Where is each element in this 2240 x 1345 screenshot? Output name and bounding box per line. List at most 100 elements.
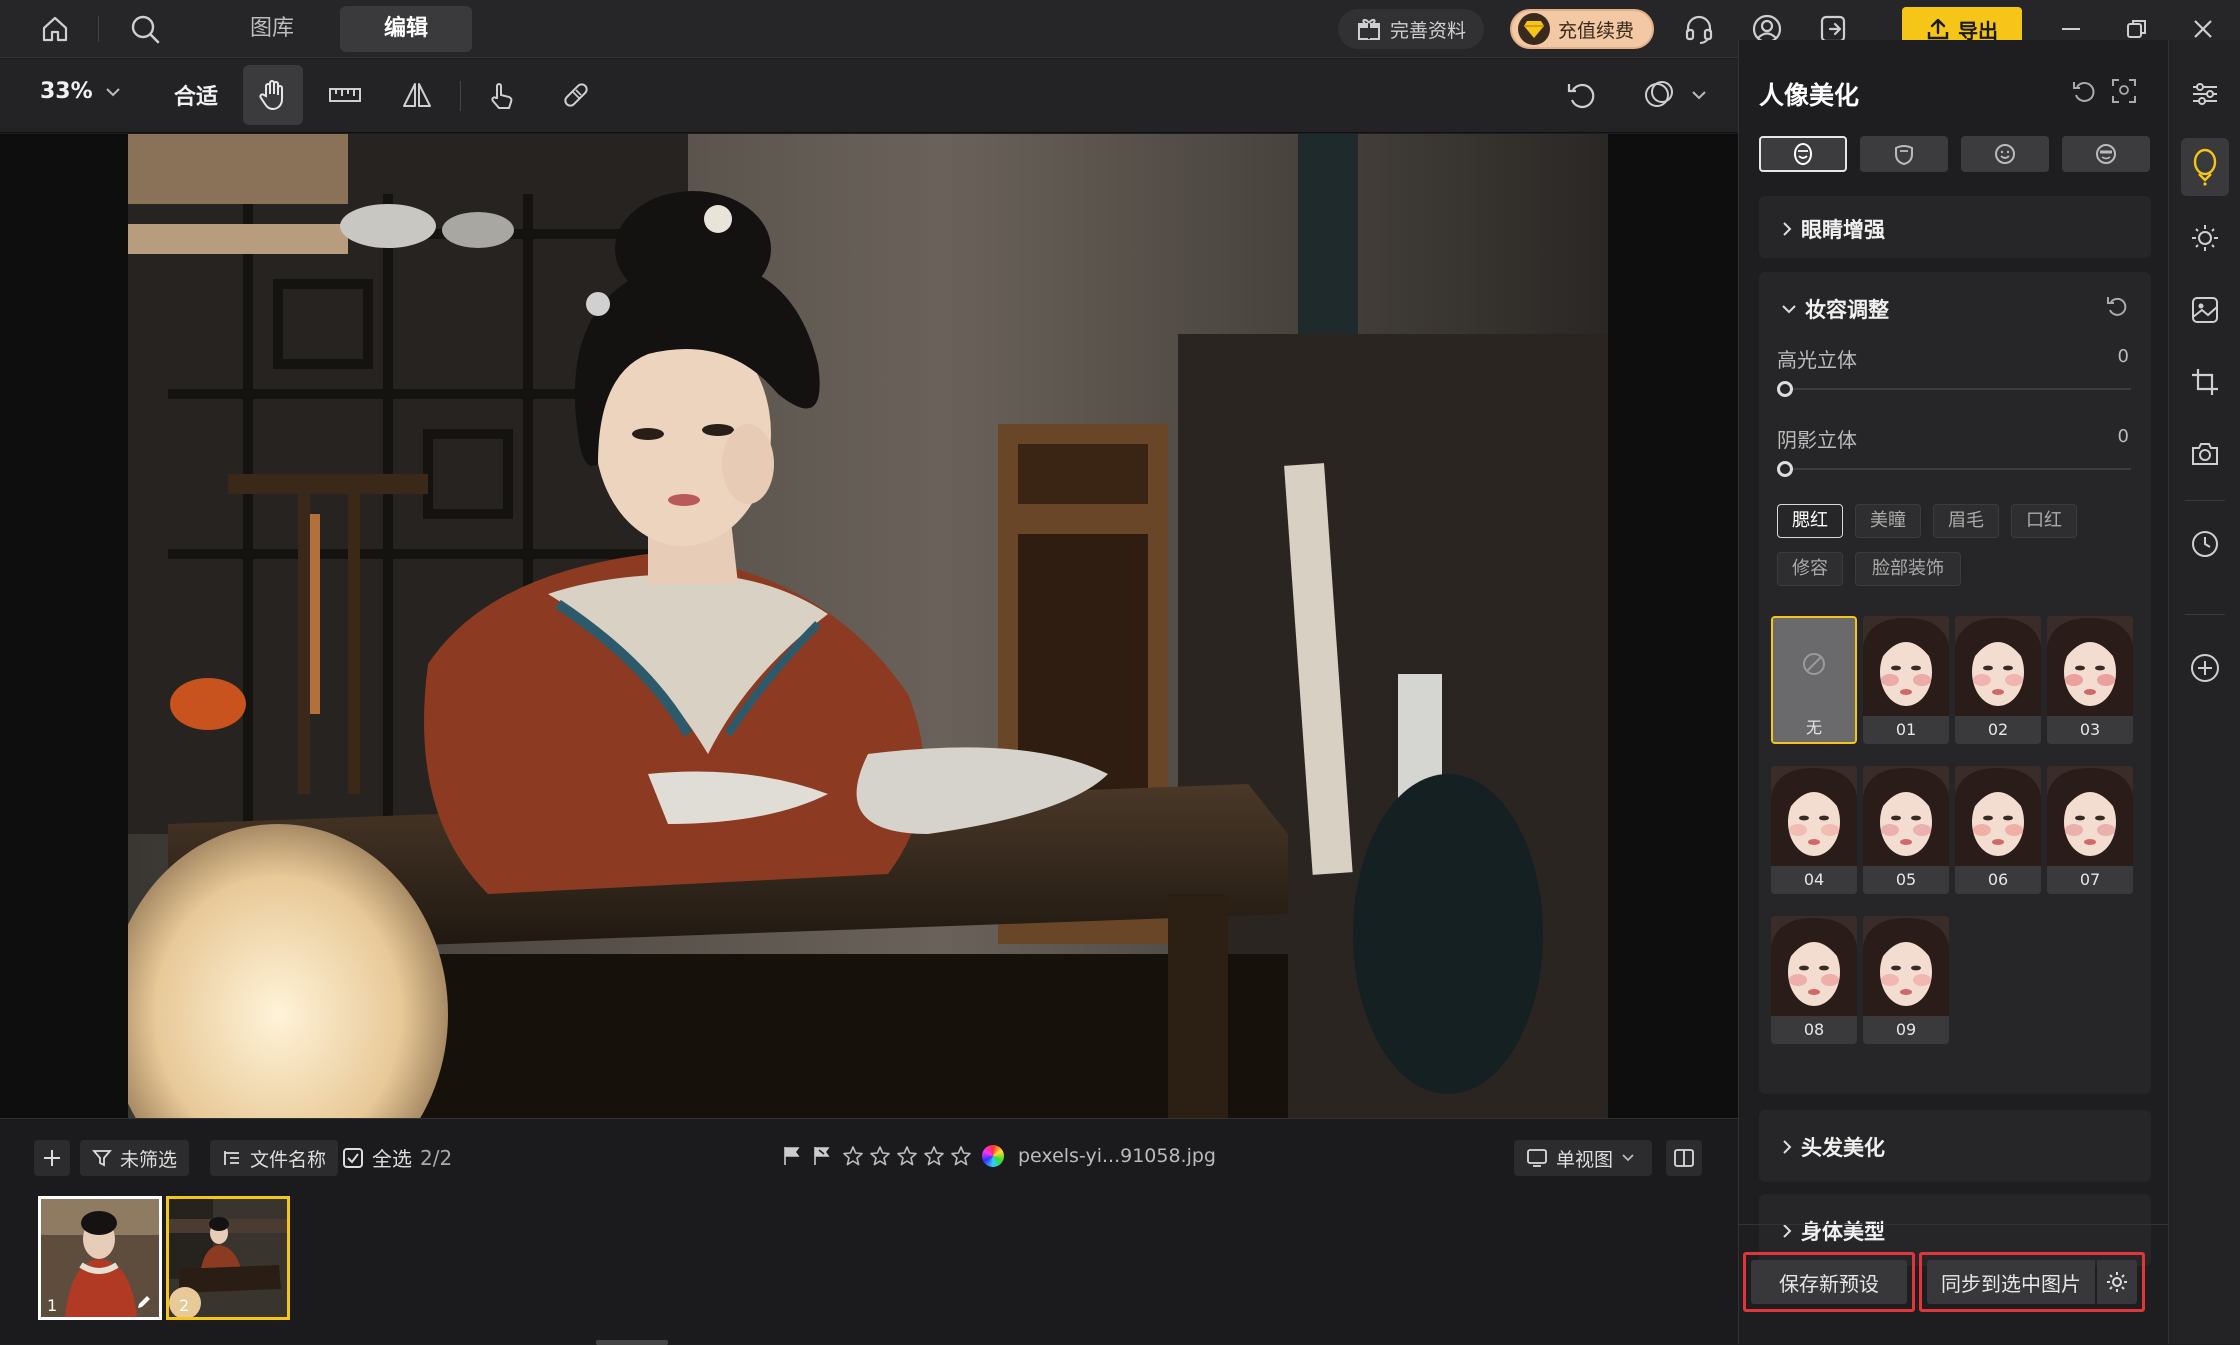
section-body-title: 身体美型 <box>1801 1220 1885 1244</box>
section-makeup: 妆容调整 高光立体 0 阴影立体 0 腮红 美瞳 眉毛 口红 修容 脸部装饰 无… <box>1759 272 2151 1094</box>
camera-icon[interactable] <box>2181 430 2229 478</box>
portrait-tool-icon[interactable] <box>2181 138 2229 196</box>
zoom-select[interactable]: 33% <box>40 79 121 104</box>
category-makeup[interactable] <box>1759 136 1847 172</box>
preset-blush-06[interactable]: 06 <box>1955 766 2041 894</box>
star-icon[interactable] <box>896 1145 918 1167</box>
adjust-sliders-icon[interactable] <box>2181 70 2229 118</box>
section-eye-enhance[interactable]: 眼睛增强 <box>1759 196 2151 258</box>
tab-lipstick[interactable]: 口红 <box>2011 504 2077 538</box>
sync-settings-button[interactable] <box>2097 1260 2137 1304</box>
image-canvas[interactable] <box>0 134 1738 1118</box>
preset-label: 06 <box>1955 866 2041 894</box>
slider-label: 高光立体 <box>1777 348 1857 372</box>
slider-value[interactable]: 0 <box>2099 346 2129 367</box>
face-preview-icon <box>1955 766 2041 866</box>
section-header[interactable]: 妆容调整 <box>1781 294 1889 324</box>
tab-edit[interactable]: 编辑 <box>340 6 472 52</box>
tab-gallery[interactable]: 图库 <box>222 6 322 52</box>
tab-blush[interactable]: 腮红 <box>1777 504 1843 538</box>
preset-blush-04[interactable]: 04 <box>1771 766 1857 894</box>
reject-flag-icon[interactable] <box>812 1145 832 1167</box>
home-icon[interactable] <box>36 10 74 48</box>
panel-reset-icon[interactable] <box>2071 78 2097 104</box>
ruler-icon <box>329 88 361 102</box>
filter-button[interactable]: 未筛选 <box>80 1140 190 1176</box>
flip-tool[interactable] <box>387 65 447 125</box>
tab-face-decor[interactable]: 脸部装饰 <box>1855 552 1961 586</box>
undo-icon <box>1567 83 1595 109</box>
tab-contacts[interactable]: 美瞳 <box>1855 504 1921 538</box>
sort-button[interactable]: 文件名称 <box>210 1140 339 1176</box>
makeup-reset-icon[interactable] <box>2105 294 2129 318</box>
color-label-icon[interactable] <box>982 1145 1004 1167</box>
touch-tool[interactable] <box>472 65 532 125</box>
slider-value[interactable]: 0 <box>2099 426 2129 447</box>
tab-eyebrows[interactable]: 眉毛 <box>1933 504 1999 538</box>
sync-button[interactable]: 同步到选中图片 <box>1927 1260 2095 1304</box>
category-face-shape[interactable] <box>1860 136 1948 172</box>
star-icon[interactable] <box>923 1145 945 1167</box>
chevron-down-icon <box>1782 305 1796 314</box>
tab-contour[interactable]: 修容 <box>1777 552 1843 586</box>
sync-highlight: 同步到选中图片 <box>1919 1252 2145 1312</box>
face-detect-icon[interactable] <box>2111 78 2137 104</box>
thumbnail-2[interactable]: 2 <box>166 1196 290 1320</box>
recharge-button[interactable]: 充值续费 <box>1510 9 1655 49</box>
preset-blush-02[interactable]: 02 <box>1955 616 2041 744</box>
star-rating[interactable] <box>842 1145 972 1167</box>
shadow-slider-track[interactable] <box>1777 468 2131 470</box>
flag-icon[interactable] <box>782 1145 802 1167</box>
add-circle-icon[interactable] <box>2181 644 2229 692</box>
category-eyes[interactable] <box>2062 136 2150 172</box>
view-mode-select[interactable]: 单视图 <box>1514 1140 1652 1176</box>
face-shape-icon <box>1895 145 1913 166</box>
thumbnail-index: 1 <box>47 1296 58 1315</box>
highlight-slider-track[interactable] <box>1777 388 2131 390</box>
hand-tool[interactable] <box>243 65 303 125</box>
select-all[interactable]: 全选 2/2 <box>342 1143 452 1172</box>
preset-blush-07[interactable]: 07 <box>2047 766 2133 894</box>
preset-blush-08[interactable]: 08 <box>1771 916 1857 1044</box>
add-button[interactable] <box>34 1140 70 1176</box>
preset-blush-05[interactable]: 05 <box>1863 766 1949 894</box>
history-icon[interactable] <box>2181 520 2229 568</box>
save-preset-highlight: 保存新预设 <box>1743 1252 1915 1312</box>
section-hair[interactable]: 头发美化 <box>1759 1110 2151 1182</box>
ruler-tool[interactable] <box>315 65 375 125</box>
chevron-down-icon <box>1692 91 1706 100</box>
fit-button[interactable]: 合适 <box>174 79 218 111</box>
undo-button[interactable] <box>1552 65 1612 125</box>
crop-icon[interactable] <box>2181 358 2229 406</box>
headset-icon[interactable] <box>1680 10 1718 48</box>
preset-blush-01[interactable]: 01 <box>1863 616 1949 744</box>
thumbnail-1[interactable]: 1 <box>38 1196 162 1320</box>
section-header[interactable]: 眼睛增强 <box>1781 214 1885 244</box>
star-icon[interactable] <box>950 1145 972 1167</box>
preset-label: 03 <box>2047 716 2133 744</box>
main-photo[interactable] <box>128 134 1608 1118</box>
section-header[interactable]: 头发美化 <box>1781 1132 1885 1162</box>
sun-icon[interactable] <box>2181 214 2229 262</box>
chevron-right-icon <box>1783 1224 1792 1238</box>
compare-dropdown[interactable] <box>1624 65 1724 125</box>
star-icon[interactable] <box>869 1145 891 1167</box>
checkbox-checked-icon[interactable] <box>342 1147 364 1169</box>
search-icon[interactable] <box>126 10 164 48</box>
profile-button[interactable]: 完善资料 <box>1338 9 1485 49</box>
star-icon[interactable] <box>842 1145 864 1167</box>
filmstrip-scrollbar[interactable] <box>596 1340 668 1345</box>
highlight-slider-thumb[interactable] <box>1777 381 1793 397</box>
image-edit-icon[interactable] <box>2181 286 2229 334</box>
preset-none[interactable]: 无 <box>1771 616 1857 744</box>
category-smile[interactable] <box>1961 136 2049 172</box>
section-header[interactable]: 身体美型 <box>1781 1216 1885 1246</box>
split-view-button[interactable] <box>1666 1140 1702 1176</box>
preset-blush-03[interactable]: 03 <box>2047 616 2133 744</box>
divider <box>2185 614 2225 615</box>
shadow-slider-thumb[interactable] <box>1777 461 1793 477</box>
save-preset-button[interactable]: 保存新预设 <box>1751 1260 1907 1304</box>
preset-blush-09[interactable]: 09 <box>1863 916 1949 1044</box>
filter-label: 未筛选 <box>120 1148 178 1171</box>
bandage-tool[interactable] <box>546 65 606 125</box>
